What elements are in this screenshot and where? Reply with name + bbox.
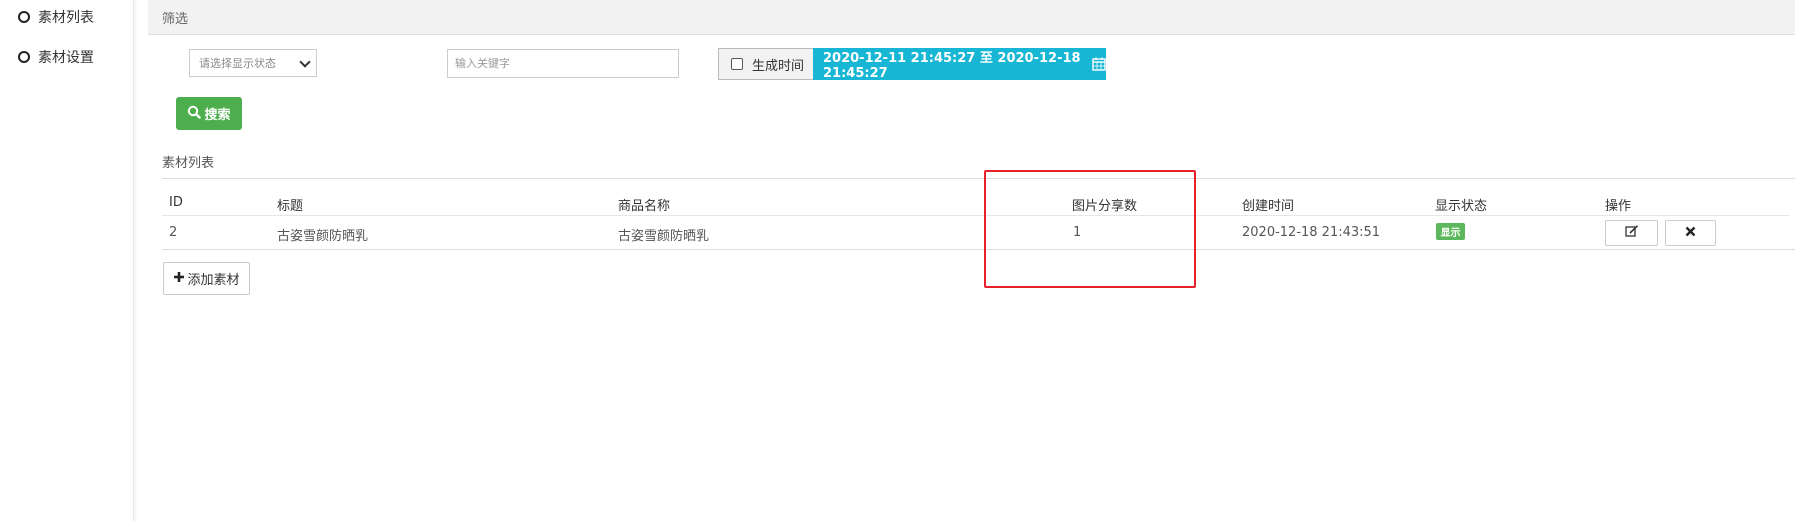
sidebar-item-label: 素材设置 — [38, 50, 94, 66]
sidebar-item-material-settings[interactable]: 素材设置 — [18, 46, 94, 68]
cell-id: 2 — [169, 225, 178, 240]
close-icon — [1685, 226, 1696, 241]
search-button-label: 搜索 — [204, 108, 231, 123]
status-badge: 显示 — [1436, 223, 1465, 240]
cell-product: 古姿雪颜防晒乳 — [618, 229, 710, 244]
highlight-annotation — [984, 170, 1196, 288]
column-header-product: 商品名称 — [618, 199, 671, 214]
divider — [162, 215, 1789, 216]
column-header-status: 显示状态 — [1435, 199, 1488, 214]
date-range-picker[interactable]: 2020-12-11 21:45:27 至 2020-12-18 21:45:2… — [813, 48, 1106, 81]
column-header-created: 创建时间 — [1242, 199, 1295, 214]
search-button[interactable]: 搜索 — [176, 97, 242, 130]
radio-icon — [18, 11, 30, 23]
status-select-value: 请选择显示状态 — [199, 57, 276, 70]
gen-time-toggle[interactable]: 生成时间 — [718, 48, 813, 80]
filter-header: 筛选 — [148, 0, 1795, 35]
divider — [162, 249, 1795, 250]
gen-time-label: 生成时间 — [752, 58, 805, 74]
add-material-label: 添加素材 — [187, 273, 240, 288]
column-header-actions: 操作 — [1605, 199, 1632, 214]
gen-time-checkbox[interactable] — [731, 58, 743, 70]
radio-icon — [18, 51, 30, 63]
column-header-title: 标题 — [277, 199, 304, 214]
divider — [162, 178, 1795, 179]
column-header-id: ID — [169, 195, 183, 210]
edit-button[interactable] — [1605, 220, 1658, 246]
cell-title: 古姿雪颜防晒乳 — [277, 229, 369, 244]
search-icon — [187, 105, 202, 123]
date-range-value: 2020-12-11 21:45:27 至 2020-12-18 21:45:2… — [823, 51, 1081, 81]
list-title: 素材列表 — [162, 156, 215, 171]
sidebar-item-material-list[interactable]: 素材列表 — [18, 6, 94, 28]
keyword-input[interactable] — [447, 49, 679, 78]
status-select[interactable]: 请选择显示状态 — [189, 49, 317, 77]
plus-icon — [173, 271, 185, 287]
edit-icon — [1624, 225, 1639, 241]
calendar-icon — [1092, 57, 1106, 71]
add-material-button[interactable]: 添加素材 — [163, 262, 250, 295]
delete-button[interactable] — [1665, 220, 1716, 246]
chevron-down-icon — [299, 56, 311, 68]
cell-created: 2020-12-18 21:43:51 — [1242, 225, 1381, 240]
filter-title: 筛选 — [162, 12, 189, 27]
main-content: 筛选 请选择显示状态 生成时间 2020-12-11 21:45:27 至 20… — [148, 0, 1795, 521]
sidebar-item-label: 素材列表 — [38, 10, 94, 26]
sidebar: 素材列表 素材设置 — [0, 0, 134, 521]
